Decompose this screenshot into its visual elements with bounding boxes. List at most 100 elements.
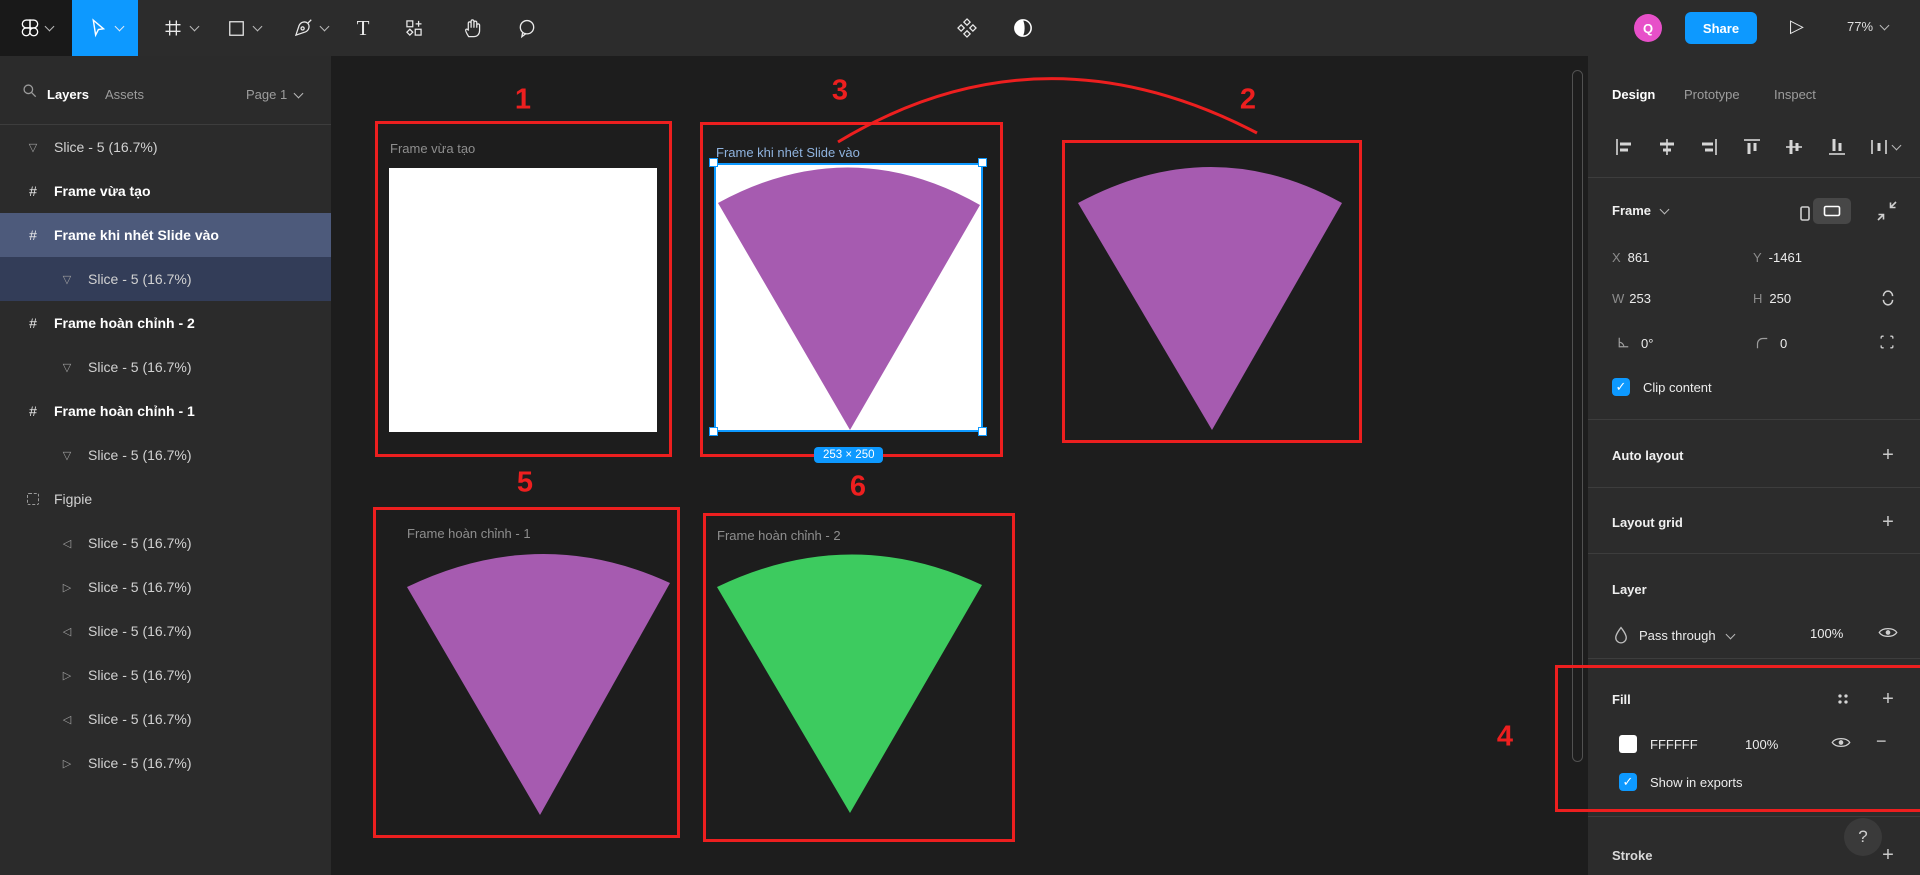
layer-row-slice[interactable]: ▽ Slice - 5 (16.7%) [0,125,331,169]
share-button[interactable]: Share [1685,12,1757,44]
text-tool-icon: T [357,16,370,41]
selection-size-badge: 253 × 250 [814,447,883,463]
tab-inspect[interactable]: Inspect [1774,87,1816,102]
tab-assets[interactable]: Assets [105,87,144,102]
move-tool-chevron-icon [115,21,125,31]
corner-radius-field[interactable]: 0 [1753,334,1787,352]
rotation-field[interactable]: 0° [1614,334,1653,352]
widgets-icon [404,18,424,38]
canvas-scrollbar[interactable] [1572,70,1583,762]
layer-row-slice[interactable]: ▽ Slice - 5 (16.7%) [0,433,331,477]
multiplayer-tools-button[interactable] [947,0,987,56]
shape-tool-button[interactable] [212,0,276,56]
layer-list: ▽ Slice - 5 (16.7%) # Frame vừa tạo # Fr… [0,125,331,785]
align-right-icon[interactable] [1697,135,1721,159]
help-button[interactable]: ? [1844,818,1882,856]
page-selector[interactable]: Page 1 [246,87,302,102]
layer-row-slice[interactable]: ▷ Slice - 5 (16.7%) [0,565,331,609]
layer-label: Slice - 5 (16.7%) [54,139,157,155]
align-bottom-icon[interactable] [1825,135,1849,159]
clip-content-checkbox[interactable]: ✓ [1612,378,1630,396]
tab-layers[interactable]: Layers [47,87,89,102]
hand-tool-button[interactable] [453,0,493,56]
width-field[interactable]: W 253 [1612,291,1651,306]
x-position-field[interactable]: X 861 [1612,250,1649,265]
menu-chevron-icon [44,21,54,31]
distribute-icon[interactable] [1867,135,1900,159]
align-horizontal-center-icon[interactable] [1655,135,1679,159]
layer-row-slice[interactable]: ▷ Slice - 5 (16.7%) [0,653,331,697]
present-play-icon[interactable]: ▷ [1790,16,1804,37]
width-value: 253 [1629,291,1651,306]
layer-row-slice[interactable]: ▽ Slice - 5 (16.7%) [0,345,331,389]
add-auto-layout-button[interactable]: + [1876,443,1900,467]
layer-label: Figpie [54,491,92,507]
height-field[interactable]: H 250 [1753,291,1791,306]
y-value: -1461 [1769,250,1802,265]
tab-prototype[interactable]: Prototype [1684,87,1740,102]
layer-row-frame[interactable]: # Frame vừa tạo [0,169,331,213]
align-vertical-center-icon[interactable] [1782,135,1806,159]
layer-row-slice[interactable]: ◁ Slice - 5 (16.7%) [0,609,331,653]
hand-icon [462,17,484,39]
layer-row-frame-selected[interactable]: # Frame khi nhét Slide vào [0,213,331,257]
top-toolbar: T [0,0,1920,56]
align-left-icon[interactable] [1612,135,1636,159]
frame-icon: # [24,183,42,199]
independent-corners-icon[interactable] [1877,332,1897,352]
layer-row-figpie[interactable]: Figpie [0,477,331,521]
align-top-icon[interactable] [1740,135,1764,159]
slice-icon: ▷ [58,669,76,682]
slice-icon: ◁ [58,625,76,638]
main-menu-button[interactable] [0,0,72,56]
layer-row-slice[interactable]: ◁ Slice - 5 (16.7%) [0,521,331,565]
constrain-proportions-icon[interactable] [1877,286,1899,310]
orientation-landscape-button[interactable] [1813,198,1851,224]
layer-opacity-value[interactable]: 100% [1810,626,1843,641]
figma-logo-icon [20,18,40,38]
layer-row-frame[interactable]: # Frame hoàn chỉnh - 1 [0,389,331,433]
pen-tool-chevron-icon [320,21,330,31]
add-layout-grid-button[interactable]: + [1876,510,1900,534]
clip-content-control[interactable]: ✓ Clip content [1612,378,1712,396]
y-position-field[interactable]: Y -1461 [1753,250,1802,265]
layer-label: Slice - 5 (16.7%) [88,535,191,551]
zoom-level-control[interactable]: 77% [1847,19,1888,34]
comment-tool-button[interactable] [507,0,547,56]
frame-type-dropdown[interactable]: Frame [1612,203,1668,218]
annotation-rect-2 [1062,140,1362,443]
slice-icon: ◁ [58,713,76,726]
layer-visibility-eye-icon[interactable] [1878,625,1898,640]
design-canvas[interactable]: Frame vừa tạo Frame khi nhét Slide vào F… [331,56,1588,875]
search-icon[interactable] [21,82,38,99]
layer-row-slice[interactable]: ◁ Slice - 5 (16.7%) [0,697,331,741]
frame-icon: # [24,403,42,419]
layer-label: Slice - 5 (16.7%) [88,447,191,463]
annotation-number-6: 6 [850,471,866,504]
layer-row-slice[interactable]: ▷ Slice - 5 (16.7%) [0,741,331,785]
zoom-level-value: 77% [1847,19,1873,34]
layer-label: Frame hoàn chỉnh - 2 [54,315,195,331]
frame-tool-button[interactable] [148,0,212,56]
slice-icon: ▽ [58,449,76,462]
layer-label: Slice - 5 (16.7%) [88,623,191,639]
text-tool-button[interactable]: T [343,0,383,56]
move-tool-button[interactable] [72,0,138,56]
pen-tool-button[interactable] [278,0,342,56]
layer-label: Slice - 5 (16.7%) [88,271,191,287]
width-label: W [1612,291,1624,306]
x-label: X [1612,250,1621,265]
add-stroke-button[interactable]: + [1876,843,1900,867]
resize-to-fit-icon[interactable] [1875,199,1899,223]
actions-tool-button[interactable] [394,0,434,56]
rotation-value: 0° [1641,336,1653,351]
avatar[interactable]: Q [1634,14,1662,42]
contrast-tool-button[interactable] [1003,0,1043,56]
layer-row-slice-selected[interactable]: ▽ Slice - 5 (16.7%) [0,257,331,301]
tab-design[interactable]: Design [1612,87,1655,102]
frame-tool-chevron-icon [189,21,199,31]
annotation-number-4: 4 [1497,721,1513,754]
blend-mode-dropdown[interactable]: Pass through [1614,626,1734,644]
layer-row-frame[interactable]: # Frame hoàn chỉnh - 2 [0,301,331,345]
clip-content-label: Clip content [1643,380,1712,395]
